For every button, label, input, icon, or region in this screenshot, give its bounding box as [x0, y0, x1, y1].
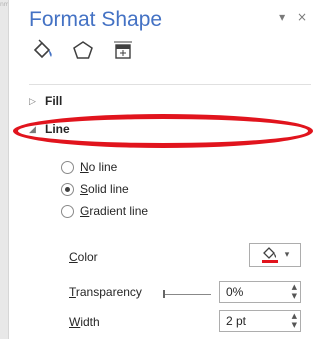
spinner-arrows-icon[interactable]: ▲ ▼ [292, 312, 297, 330]
pane-tabs [29, 36, 137, 64]
transparency-spinner[interactable]: 0% ▲ ▼ [219, 281, 301, 303]
fill-line-tab[interactable] [29, 36, 57, 64]
transparency-slider[interactable] [163, 290, 211, 298]
pane-options-icon[interactable]: ▾ [279, 10, 285, 24]
expand-arrow-icon: ▷ [29, 95, 36, 106]
slider-track [165, 294, 211, 295]
no-line-label: No line [80, 160, 118, 174]
pane-window-buttons: ▾ × [271, 10, 307, 24]
close-icon[interactable]: × [297, 10, 307, 24]
line-section-header[interactable]: ◢ Line [29, 122, 70, 136]
effects-tab[interactable] [69, 36, 97, 64]
fill-section-label: Fill [45, 94, 63, 108]
chevron-down-icon: ▾ [284, 250, 290, 260]
size-properties-icon [114, 41, 132, 59]
outline-color-button[interactable]: ▾ [249, 243, 301, 267]
gradient-line-option[interactable]: Gradient line [61, 204, 148, 218]
gradient-line-radio[interactable] [61, 204, 74, 218]
solid-line-option[interactable]: Solid line [61, 182, 129, 196]
paint-bucket-icon [33, 39, 52, 59]
width-label: Width [69, 315, 100, 329]
width-spinner[interactable]: 2 pt ▲ ▼ [219, 310, 301, 332]
width-value: 2 pt [226, 314, 247, 328]
tabs-divider [29, 84, 311, 85]
solid-line-label: Solid line [80, 182, 129, 196]
paint-bucket-color-icon [261, 247, 278, 263]
format-shape-pane: Format Shape ▾ × ▷ Fill ◢ Line No line S… [8, 0, 313, 339]
transparency-label: Transparency [69, 285, 142, 299]
color-label: Color [69, 250, 98, 264]
pane-title: Format Shape [29, 8, 163, 31]
no-line-option[interactable]: No line [61, 160, 117, 174]
spinner-arrows-icon[interactable]: ▲ ▼ [292, 283, 297, 301]
fill-section-header[interactable]: ▷ Fill [29, 94, 62, 108]
transparency-value: 0% [226, 285, 244, 299]
line-section-label: Line [45, 122, 70, 136]
no-line-radio[interactable] [61, 160, 74, 174]
solid-line-radio[interactable] [61, 182, 74, 196]
left-edge-strip: nm [0, 0, 10, 339]
gradient-line-label: Gradient line [80, 204, 149, 218]
pentagon-icon [73, 41, 93, 59]
size-properties-tab[interactable] [109, 36, 137, 64]
collapse-arrow-icon: ◢ [29, 123, 36, 134]
